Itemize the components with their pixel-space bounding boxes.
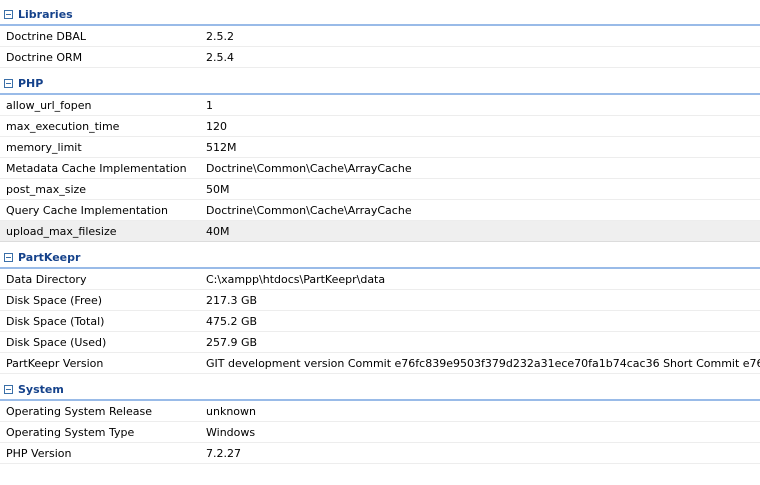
collapse-icon[interactable] <box>4 253 13 262</box>
property-value: 257.9 GB <box>206 336 258 349</box>
property-value: Windows <box>206 426 256 439</box>
property-value: 50M <box>206 183 230 196</box>
property-name: Disk Space (Total) <box>6 315 105 328</box>
group-title: PartKeepr <box>18 251 81 264</box>
property-value: 120 <box>206 120 227 133</box>
table-row-selected[interactable]: upload_max_filesize 40M <box>0 221 760 242</box>
property-name: upload_max_filesize <box>6 225 117 238</box>
property-value: Doctrine\Common\Cache\ArrayCache <box>206 162 412 175</box>
table-row[interactable]: Doctrine ORM 2.5.4 <box>0 47 760 68</box>
collapse-icon[interactable] <box>4 10 13 19</box>
property-name: memory_limit <box>6 141 82 154</box>
group-header-php[interactable]: PHP <box>0 74 760 95</box>
table-row[interactable]: Disk Space (Total) 475.2 GB <box>0 311 760 332</box>
property-name: Metadata Cache Implementation <box>6 162 187 175</box>
property-name: post_max_size <box>6 183 87 196</box>
property-name: Operating System Type <box>6 426 135 439</box>
property-value: 7.2.27 <box>206 447 241 460</box>
group-title: Libraries <box>18 8 73 21</box>
property-name: max_execution_time <box>6 120 120 133</box>
collapse-icon[interactable] <box>4 79 13 88</box>
property-name: Disk Space (Used) <box>6 336 107 349</box>
property-name: Query Cache Implementation <box>6 204 168 217</box>
property-name: PartKeepr Version <box>6 357 104 370</box>
group-header-partkeepr[interactable]: PartKeepr <box>0 248 760 269</box>
table-row[interactable]: max_execution_time 120 <box>0 116 760 137</box>
collapse-icon[interactable] <box>4 385 13 394</box>
property-name: allow_url_fopen <box>6 99 92 112</box>
group-header-libraries[interactable]: Libraries <box>0 5 760 26</box>
property-name: Doctrine ORM <box>6 51 83 64</box>
table-row[interactable]: allow_url_fopen 1 <box>0 95 760 116</box>
table-row[interactable]: Data Directory C:\xampp\htdocs\PartKeepr… <box>0 269 760 290</box>
property-name: Operating System Release <box>6 405 152 418</box>
table-row[interactable]: Disk Space (Used) 257.9 GB <box>0 332 760 353</box>
property-name: Doctrine DBAL <box>6 30 87 43</box>
property-value: GIT development version Commit e76fc839e… <box>206 357 760 370</box>
property-name: PHP Version <box>6 447 72 460</box>
table-row[interactable]: Disk Space (Free) 217.3 GB <box>0 290 760 311</box>
property-name: Data Directory <box>6 273 87 286</box>
property-value: 217.3 GB <box>206 294 258 307</box>
table-row[interactable]: PHP Version 7.2.27 <box>0 443 760 464</box>
table-row[interactable]: Doctrine DBAL 2.5.2 <box>0 26 760 47</box>
property-value: 1 <box>206 99 213 112</box>
property-value: 2.5.4 <box>206 51 234 64</box>
property-value: 512M <box>206 141 237 154</box>
group-title: System <box>18 383 64 396</box>
property-value: Doctrine\Common\Cache\ArrayCache <box>206 204 412 217</box>
table-row[interactable]: Operating System Type Windows <box>0 422 760 443</box>
table-row[interactable]: Metadata Cache Implementation Doctrine\C… <box>0 158 760 179</box>
system-information-grid: Libraries Doctrine DBAL 2.5.2 Doctrine O… <box>0 5 760 464</box>
table-row[interactable]: PartKeepr Version GIT development versio… <box>0 353 760 374</box>
group-title: PHP <box>18 77 44 90</box>
property-value: 475.2 GB <box>206 315 258 328</box>
table-row[interactable]: Query Cache Implementation Doctrine\Comm… <box>0 200 760 221</box>
property-value: 2.5.2 <box>206 30 234 43</box>
table-row[interactable]: post_max_size 50M <box>0 179 760 200</box>
table-row[interactable]: Operating System Release unknown <box>0 401 760 422</box>
table-row[interactable]: memory_limit 512M <box>0 137 760 158</box>
group-header-system[interactable]: System <box>0 380 760 401</box>
property-value: 40M <box>206 225 230 238</box>
property-name: Disk Space (Free) <box>6 294 103 307</box>
property-value: unknown <box>206 405 256 418</box>
property-value: C:\xampp\htdocs\PartKeepr\data <box>206 273 386 286</box>
